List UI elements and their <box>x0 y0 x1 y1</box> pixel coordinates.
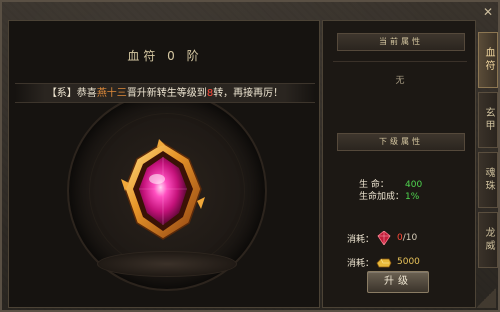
tab-blood-rune[interactable]: 血符 <box>478 32 498 88</box>
current-attributes-value: 无 <box>395 76 405 86</box>
current-attributes-header: 当前属性 <box>337 33 465 51</box>
tab-soul-orb[interactable]: 魂珠 <box>478 152 498 208</box>
item-title: 血符 0 阶 <box>127 49 203 63</box>
attribute-label: 生命加成： <box>359 192 405 202</box>
tab-dragon-might[interactable]: 龙威 <box>478 212 498 268</box>
cost-row-crystal: 消耗： 0/10 <box>347 231 417 245</box>
corner-decoration <box>476 288 496 308</box>
next-level-attributes-header: 下级属性 <box>337 133 465 151</box>
notice-middle: 晋升新转生等级到 <box>126 88 207 99</box>
category-tabs: 血符 玄甲 魂珠 龙威 <box>478 32 498 272</box>
system-notice: 【系】恭喜燕十三晋升新转生等级到8转，再接再厉！ <box>15 83 315 103</box>
item-pedestal <box>97 251 237 277</box>
attribute-row-hp-bonus: 生命加成：1% <box>359 189 419 202</box>
tab-dark-armor[interactable]: 玄甲 <box>478 92 498 148</box>
attribute-value: 1% <box>405 192 420 202</box>
red-crystal-icon[interactable] <box>375 231 393 245</box>
notice-prefix: 【系】恭喜 <box>46 88 97 99</box>
game-window: ✕ 血符 0 阶 【系】恭喜燕十三晋升新转生等级到8转，再接再厉！ 当前属性 无… <box>0 0 500 312</box>
blood-rune-gem-icon[interactable] <box>119 139 207 243</box>
divider <box>333 61 467 62</box>
gold-ingot-icon[interactable] <box>375 255 393 269</box>
item-display-panel: 血符 0 阶 【系】恭喜燕十三晋升新转生等级到8转，再接再厉！ <box>8 20 320 308</box>
notice-suffix: 转，再接再厉！ <box>213 88 284 99</box>
cost-label: 消耗： <box>347 234 375 245</box>
notice-player: 燕十三 <box>96 88 127 99</box>
cost-gold-value: 5000 <box>397 257 420 267</box>
cost-need: /10 <box>402 233 418 243</box>
cost-row-gold: 消耗： 5000 <box>347 255 420 269</box>
upgrade-button[interactable]: 升级 <box>367 271 429 293</box>
close-button[interactable]: ✕ <box>480 5 496 19</box>
cost-label: 消耗： <box>347 258 375 269</box>
attributes-panel: 当前属性 无 下级属性 生 命： 400 生命加成：1% 消耗： 0/10 消耗：… <box>322 20 476 308</box>
